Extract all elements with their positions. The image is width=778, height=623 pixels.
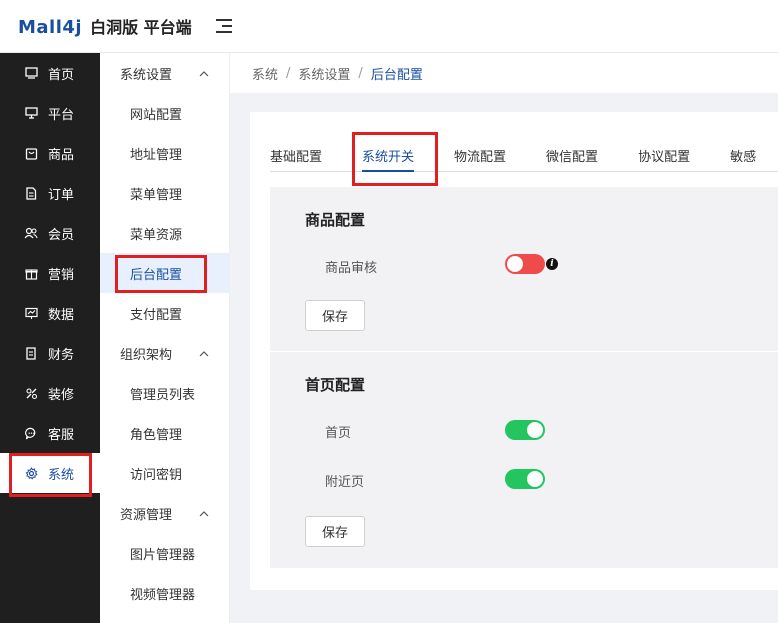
breadcrumb-separator: / [358, 65, 363, 81]
product-review-label: 商品审核 [325, 261, 378, 276]
tab-logistics-config[interactable]: 物流配置 [454, 134, 506, 171]
nav-item-data[interactable]: 数据 [0, 293, 100, 333]
switch-knob [527, 422, 543, 438]
nav-label: 客服 [48, 427, 75, 443]
chevron-up-icon [199, 346, 209, 361]
subnav-item[interactable]: 网站配置 [100, 93, 229, 133]
nav-item-order[interactable]: 订单 [0, 173, 100, 213]
logo[interactable]: Mall4j 白洞版 平台端 [18, 14, 192, 38]
nav-item-service[interactable]: 客服 [0, 413, 100, 453]
product-config-section: 商品配置 商品审核 i 保存 [270, 187, 778, 351]
homepage-label: 首页 [325, 426, 352, 441]
nav-item-marketing[interactable]: 营销 [0, 253, 100, 293]
subnav-item[interactable]: 地址管理 [100, 133, 229, 173]
nav-label: 数据 [48, 307, 75, 323]
tab-system-switch[interactable]: 系统开关 [362, 134, 415, 172]
document-icon [24, 186, 38, 200]
nav-label: 订单 [48, 187, 75, 203]
breadcrumb-current: 后台配置 [370, 67, 423, 83]
info-icon[interactable]: i [546, 258, 558, 270]
subnav-group-resources[interactable]: 资源管理 [100, 493, 229, 533]
tab-sensitive[interactable]: 敏感 [730, 134, 756, 171]
nav-label: 营销 [48, 267, 75, 283]
top-header: Mall4j 白洞版 平台端 [0, 0, 778, 53]
nav-item-decoration[interactable]: 装修 [0, 373, 100, 413]
logo-text: Mall4j [18, 17, 83, 38]
tab-wechat-config[interactable]: 微信配置 [546, 134, 598, 171]
edition-label: 白洞版 平台端 [90, 18, 192, 37]
chevron-up-icon [199, 506, 209, 521]
breadcrumb-item[interactable]: 系统设置 [298, 64, 350, 83]
gift-icon [24, 266, 38, 280]
subnav-item-backend-config[interactable]: 后台配置 [100, 253, 229, 293]
gear-icon [24, 466, 38, 480]
tab-agreement-config[interactable]: 协议配置 [638, 134, 690, 171]
chart-icon [24, 306, 38, 320]
product-save-button[interactable]: 保存 [305, 300, 365, 331]
homepage-switch[interactable] [505, 420, 545, 440]
subnav-group-organization[interactable]: 组织架构 [100, 333, 229, 373]
main-nav: 首页 平台 商品 订单 会员 营销 数据 财务 装修 客服 系统 [0, 53, 100, 623]
nav-label: 装修 [48, 387, 75, 403]
subnav-item[interactable]: 管理员列表 [100, 373, 229, 413]
section-title: 首页配置 [305, 376, 366, 394]
nav-label: 财务 [48, 347, 75, 363]
nearby-page-switch[interactable] [505, 469, 545, 489]
chevron-up-icon [199, 66, 209, 81]
nav-label: 商品 [48, 147, 75, 163]
nav-item-system[interactable]: 系统 [0, 453, 100, 493]
nav-label: 会员 [48, 227, 75, 243]
subnav-item[interactable]: 访问密钥 [100, 453, 229, 493]
collapse-menu-icon[interactable] [215, 19, 232, 33]
subnav-item[interactable]: 菜单资源 [100, 213, 229, 253]
subnav-item[interactable]: 角色管理 [100, 413, 229, 453]
nav-item-finance[interactable]: 财务 [0, 333, 100, 373]
nav-item-platform[interactable]: 平台 [0, 93, 100, 133]
switch-knob [527, 471, 543, 487]
breadcrumb-item[interactable]: 系统 [252, 64, 278, 83]
product-review-switch[interactable] [505, 254, 545, 274]
nav-label: 平台 [48, 107, 75, 123]
subnav-group-system-settings[interactable]: 系统设置 [100, 53, 229, 93]
homepage-config-section: 首页配置 首页 附近页 保存 [270, 352, 778, 568]
subnav-item[interactable]: 支付配置 [100, 293, 229, 333]
subnav-group-label: 系统设置 [120, 67, 173, 83]
subnav-item[interactable]: 图片管理器 [100, 533, 229, 573]
nav-item-member[interactable]: 会员 [0, 213, 100, 253]
breadcrumb-separator: / [286, 65, 291, 81]
subnav-item[interactable]: 视频管理器 [100, 573, 229, 613]
switch-knob [507, 256, 523, 272]
nearby-page-label: 附近页 [325, 475, 365, 490]
desktop-icon [24, 106, 38, 120]
nav-label: 首页 [48, 67, 75, 83]
nav-item-product[interactable]: 商品 [0, 133, 100, 173]
wallet-icon [24, 346, 38, 360]
bag-icon [24, 146, 38, 160]
monitor-icon [24, 66, 38, 80]
config-tabs: 基础配置 系统开关 物流配置 微信配置 协议配置 敏感 [270, 134, 778, 172]
brush-icon [24, 386, 38, 400]
users-icon [24, 226, 38, 240]
main-content-card: 基础配置 系统开关 物流配置 微信配置 协议配置 敏感 商品配置 商品审核 i … [250, 112, 778, 590]
nav-label: 系统 [48, 467, 75, 483]
subnav-item[interactable]: 菜单管理 [100, 173, 229, 213]
chat-icon [24, 426, 38, 440]
tab-basic-config[interactable]: 基础配置 [270, 134, 322, 171]
subnav-group-label: 组织架构 [120, 347, 173, 363]
homepage-save-button[interactable]: 保存 [305, 516, 365, 547]
subnav-group-label: 资源管理 [120, 507, 173, 523]
breadcrumb: 系统 / 系统设置 / 后台配置 [230, 53, 778, 93]
section-title: 商品配置 [305, 211, 366, 229]
nav-item-home[interactable]: 首页 [0, 53, 100, 93]
sub-nav: 系统设置 网站配置 地址管理 菜单管理 菜单资源 后台配置 支付配置 组织架构 … [100, 53, 230, 623]
